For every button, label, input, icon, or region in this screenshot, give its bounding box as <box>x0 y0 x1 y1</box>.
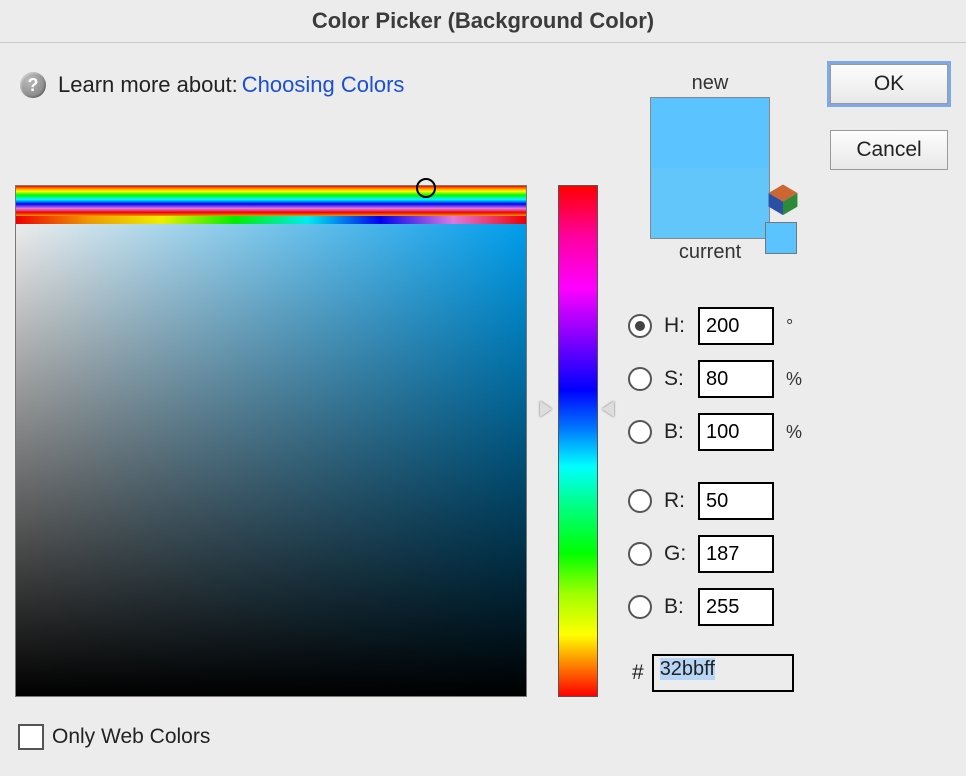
help-row: ? Learn more about: Choosing Colors <box>20 72 404 98</box>
red-label: R: <box>664 489 686 513</box>
hue-row: H: ° <box>628 307 793 345</box>
hue-radio[interactable] <box>628 314 652 338</box>
green-input[interactable] <box>698 535 774 573</box>
saturation-radio[interactable] <box>628 367 652 391</box>
red-input[interactable] <box>698 482 774 520</box>
brightness-unit: % <box>786 422 802 443</box>
hue-pointer-right-icon[interactable] <box>602 401 614 417</box>
green-radio[interactable] <box>628 542 652 566</box>
red-row: R: <box>628 482 774 520</box>
choosing-colors-link[interactable]: Choosing Colors <box>242 72 405 98</box>
current-color-swatch[interactable] <box>651 168 769 238</box>
hue-pointer-left-icon[interactable] <box>540 401 552 417</box>
only-web-colors-row: Only Web Colors <box>18 724 210 750</box>
saturation-unit: % <box>786 369 802 390</box>
sb-rainbow-strip <box>16 186 526 216</box>
brightness-row: B: % <box>628 413 802 451</box>
color-cube-icon[interactable] <box>766 182 800 216</box>
color-cursor-icon[interactable] <box>416 178 436 198</box>
hue-input[interactable] <box>698 307 774 345</box>
saturation-input[interactable] <box>698 360 774 398</box>
cancel-button[interactable]: Cancel <box>830 130 948 170</box>
hex-prefix: # <box>632 661 644 685</box>
hue-slider[interactable] <box>558 185 598 697</box>
window-title: Color Picker (Background Color) <box>0 0 966 43</box>
help-prefix: Learn more about: <box>58 72 238 98</box>
brightness-radio[interactable] <box>628 420 652 444</box>
help-icon[interactable]: ? <box>20 72 46 98</box>
brightness-input[interactable] <box>698 413 774 451</box>
sb-rainbow-strip-2 <box>16 216 526 224</box>
only-web-colors-label: Only Web Colors <box>52 725 210 749</box>
hue-label: H: <box>664 314 686 338</box>
hue-unit: ° <box>786 316 793 337</box>
blue-radio[interactable] <box>628 595 652 619</box>
mini-swatch[interactable] <box>765 222 797 254</box>
hex-row: # 32bbff <box>632 654 794 692</box>
new-label: new <box>625 72 795 95</box>
hex-input[interactable]: 32bbff <box>652 654 794 692</box>
only-web-colors-checkbox[interactable] <box>18 724 44 750</box>
brightness-label: B: <box>664 420 686 444</box>
saturation-label: S: <box>664 367 686 391</box>
ok-button[interactable]: OK <box>830 64 948 104</box>
red-radio[interactable] <box>628 489 652 513</box>
green-label: G: <box>664 542 686 566</box>
saturation-row: S: % <box>628 360 802 398</box>
swatch-pair <box>650 97 770 239</box>
green-row: G: <box>628 535 774 573</box>
blue-row: B: <box>628 588 774 626</box>
blue-label: B: <box>664 595 686 619</box>
saturation-brightness-field[interactable] <box>15 185 527 697</box>
blue-input[interactable] <box>698 588 774 626</box>
new-color-swatch <box>651 98 769 168</box>
